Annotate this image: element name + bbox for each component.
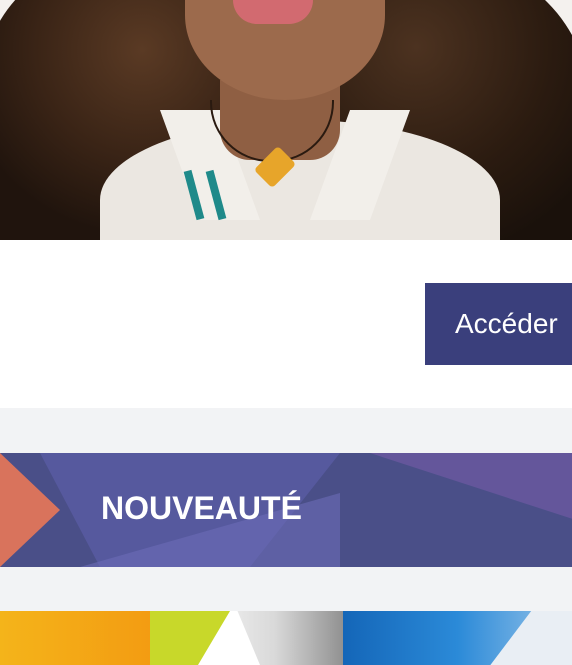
news-band: NOUVEAUTÉ — [0, 408, 572, 611]
promo-image[interactable] — [0, 611, 572, 665]
photo-lips — [233, 0, 313, 24]
promo-shape-lime — [150, 611, 230, 665]
news-banner[interactable]: NOUVEAUTÉ — [0, 453, 572, 567]
access-button[interactable]: Accéder — [425, 283, 572, 365]
banner-arrow-shape — [0, 453, 60, 567]
portrait-photo — [0, 0, 572, 240]
promo-shape-orange — [0, 611, 150, 665]
banner-title: NOUVEAUTÉ — [101, 490, 302, 526]
